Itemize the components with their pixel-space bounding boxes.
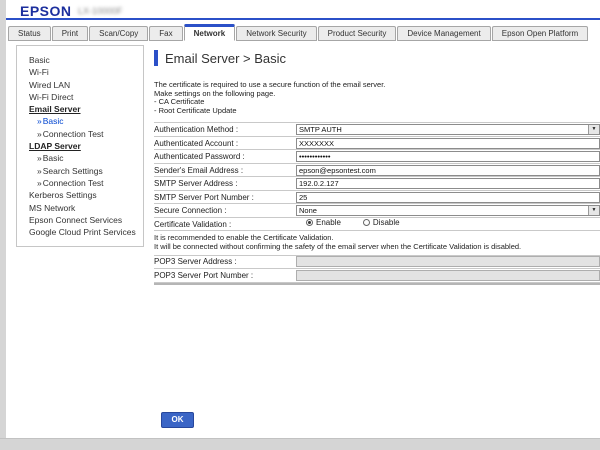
tab-fax[interactable]: Fax: [149, 26, 182, 41]
tab-print[interactable]: Print: [52, 26, 88, 41]
pop3-server-port-number-value-cell: [296, 269, 600, 281]
certificate-validation-radio-group: Enable Disable: [296, 218, 600, 227]
sidebar-item-ldap-server[interactable]: LDAP Server: [17, 140, 143, 152]
header-divider: [0, 18, 600, 20]
page-title: Email Server > Basic: [165, 51, 286, 66]
chevron-down-icon[interactable]: ▼: [588, 206, 599, 215]
sidebar-item-basic[interactable]: Basic: [17, 152, 143, 164]
form-row-authenticated-password: Authenticated Password :••••••••••••: [154, 150, 600, 164]
authentication-method-select[interactable]: SMTP AUTH▼: [296, 124, 600, 135]
form-row-pop3-server-address: POP3 Server Address :: [154, 256, 600, 270]
authentication-method-label: Authentication Method :: [154, 125, 296, 134]
sidebar-item-wi-fi[interactable]: Wi-Fi: [17, 66, 143, 78]
senders-email-address-value-cell: epson@epsontest.com: [296, 164, 600, 176]
description-line: Make settings on the following page.: [154, 90, 600, 99]
pop3-server-address-label: POP3 Server Address :: [154, 257, 296, 266]
note-line: It will be connected without confirming …: [154, 243, 600, 252]
email-server-form: Authentication Method :SMTP AUTH▼Authent…: [154, 122, 600, 231]
tab-device-management[interactable]: Device Management: [397, 26, 490, 41]
authenticated-password-value-cell: ••••••••••••: [296, 151, 600, 163]
tab-network[interactable]: Network: [184, 24, 236, 41]
sidebar-item-basic[interactable]: Basic: [17, 54, 143, 66]
sidebar-item-connection-test[interactable]: Connection Test: [17, 177, 143, 189]
web-config-page: EPSON LX-10000F StatusPrintScan/CopyFaxN…: [6, 0, 600, 438]
sidebar-item-basic[interactable]: Basic: [17, 115, 143, 127]
page-description: The certificate is required to use a sec…: [154, 81, 600, 115]
tab-network-security[interactable]: Network Security: [236, 26, 316, 41]
smtp-server-port-number-value-cell: 25: [296, 191, 600, 203]
epson-logo: EPSON: [20, 3, 72, 19]
smtp-server-port-number-label: SMTP Server Port Number :: [154, 193, 296, 202]
form-row-authenticated-account: Authenticated Account :XXXXXXX: [154, 137, 600, 151]
senders-email-address-input[interactable]: epson@epsontest.com: [296, 165, 600, 176]
pop3-server-port-number-label: POP3 Server Port Number :: [154, 271, 296, 280]
certificate-validation-value-cell: Enable Disable: [296, 218, 600, 230]
certificate-validation-option-disable[interactable]: Disable: [363, 218, 400, 227]
smtp-server-address-input[interactable]: 192.0.2.127: [296, 178, 600, 189]
pop3-server-address-input: [296, 256, 600, 267]
printer-model-label: LX-10000F: [78, 6, 123, 16]
sidebar-item-google-cloud-print-services[interactable]: Google Cloud Print Services: [17, 226, 143, 238]
pop3-server-address-value-cell: [296, 256, 600, 268]
certificate-validation-option-label: Enable: [316, 218, 341, 227]
authenticated-account-input[interactable]: XXXXXXX: [296, 138, 600, 149]
form-row-secure-connection: Secure Connection :None▼: [154, 204, 600, 218]
certificate-validation-label: Certificate Validation :: [154, 220, 296, 229]
form-row-smtp-server-address: SMTP Server Address :192.0.2.127: [154, 177, 600, 191]
window-bottom-strip: [0, 438, 600, 450]
sidebar-item-wired-lan[interactable]: Wired LAN: [17, 79, 143, 91]
certificate-validation-option-label: Disable: [373, 218, 400, 227]
tab-status[interactable]: Status: [8, 26, 51, 41]
secure-connection-label: Secure Connection :: [154, 206, 296, 215]
tab-product-security[interactable]: Product Security: [318, 26, 397, 41]
smtp-server-address-value-cell: 192.0.2.127: [296, 178, 600, 190]
radio-icon: [306, 219, 313, 226]
form-row-certificate-validation: Certificate Validation : Enable Disable: [154, 218, 600, 232]
main-content: Email Server > Basic The certificate is …: [154, 45, 600, 285]
tab-epson-open-platform[interactable]: Epson Open Platform: [492, 26, 588, 41]
radio-icon: [363, 219, 370, 226]
secure-connection-value-cell: None▼: [296, 205, 600, 217]
tab-scan-copy[interactable]: Scan/Copy: [89, 26, 148, 41]
sidebar-item-ms-network[interactable]: MS Network: [17, 202, 143, 214]
chevron-down-icon[interactable]: ▼: [588, 125, 599, 134]
top-tab-bar: StatusPrintScan/CopyFaxNetworkNetwork Se…: [8, 25, 589, 41]
form-row-authentication-method: Authentication Method :SMTP AUTH▼: [154, 123, 600, 137]
certificate-validation-option-enable[interactable]: Enable: [306, 218, 341, 227]
page-title-row: Email Server > Basic: [154, 50, 600, 67]
form-row-senders-email-address: Sender's Email Address :epson@epsontest.…: [154, 164, 600, 178]
network-sidebar-menu: BasicWi-FiWired LANWi-Fi DirectEmail Ser…: [16, 45, 144, 247]
secure-connection-select[interactable]: None▼: [296, 205, 600, 216]
sidebar-item-connection-test[interactable]: Connection Test: [17, 128, 143, 140]
authenticated-password-input[interactable]: ••••••••••••: [296, 151, 600, 162]
sidebar-item-search-settings[interactable]: Search Settings: [17, 165, 143, 177]
smtp-server-port-number-input[interactable]: 25: [296, 192, 600, 203]
sidebar-item-wi-fi-direct[interactable]: Wi-Fi Direct: [17, 91, 143, 103]
pop3-server-port-number-input: [296, 270, 600, 281]
sidebar-item-email-server[interactable]: Email Server: [17, 103, 143, 115]
ok-button[interactable]: OK: [161, 412, 194, 428]
form-row-pop3-server-port-number: POP3 Server Port Number :: [154, 269, 600, 283]
authenticated-account-value-cell: XXXXXXX: [296, 137, 600, 149]
senders-email-address-label: Sender's Email Address :: [154, 166, 296, 175]
authentication-method-value-cell: SMTP AUTH▼: [296, 124, 600, 136]
smtp-server-address-label: SMTP Server Address :: [154, 179, 296, 188]
form-row-smtp-server-port-number: SMTP Server Port Number :25: [154, 191, 600, 205]
pop3-form: POP3 Server Address : POP3 Server Port Nu…: [154, 255, 600, 285]
title-accent-bar: [154, 50, 158, 66]
authenticated-password-label: Authenticated Password :: [154, 152, 296, 161]
sidebar-item-epson-connect-services[interactable]: Epson Connect Services: [17, 214, 143, 226]
certificate-validation-note: It is recommended to enable the Certific…: [154, 234, 600, 251]
radio-dot: [308, 221, 311, 224]
authenticated-account-label: Authenticated Account :: [154, 139, 296, 148]
description-line: - Root Certificate Update: [154, 107, 600, 116]
window-left-strip: [0, 0, 6, 450]
sidebar-item-kerberos-settings[interactable]: Kerberos Settings: [17, 189, 143, 201]
